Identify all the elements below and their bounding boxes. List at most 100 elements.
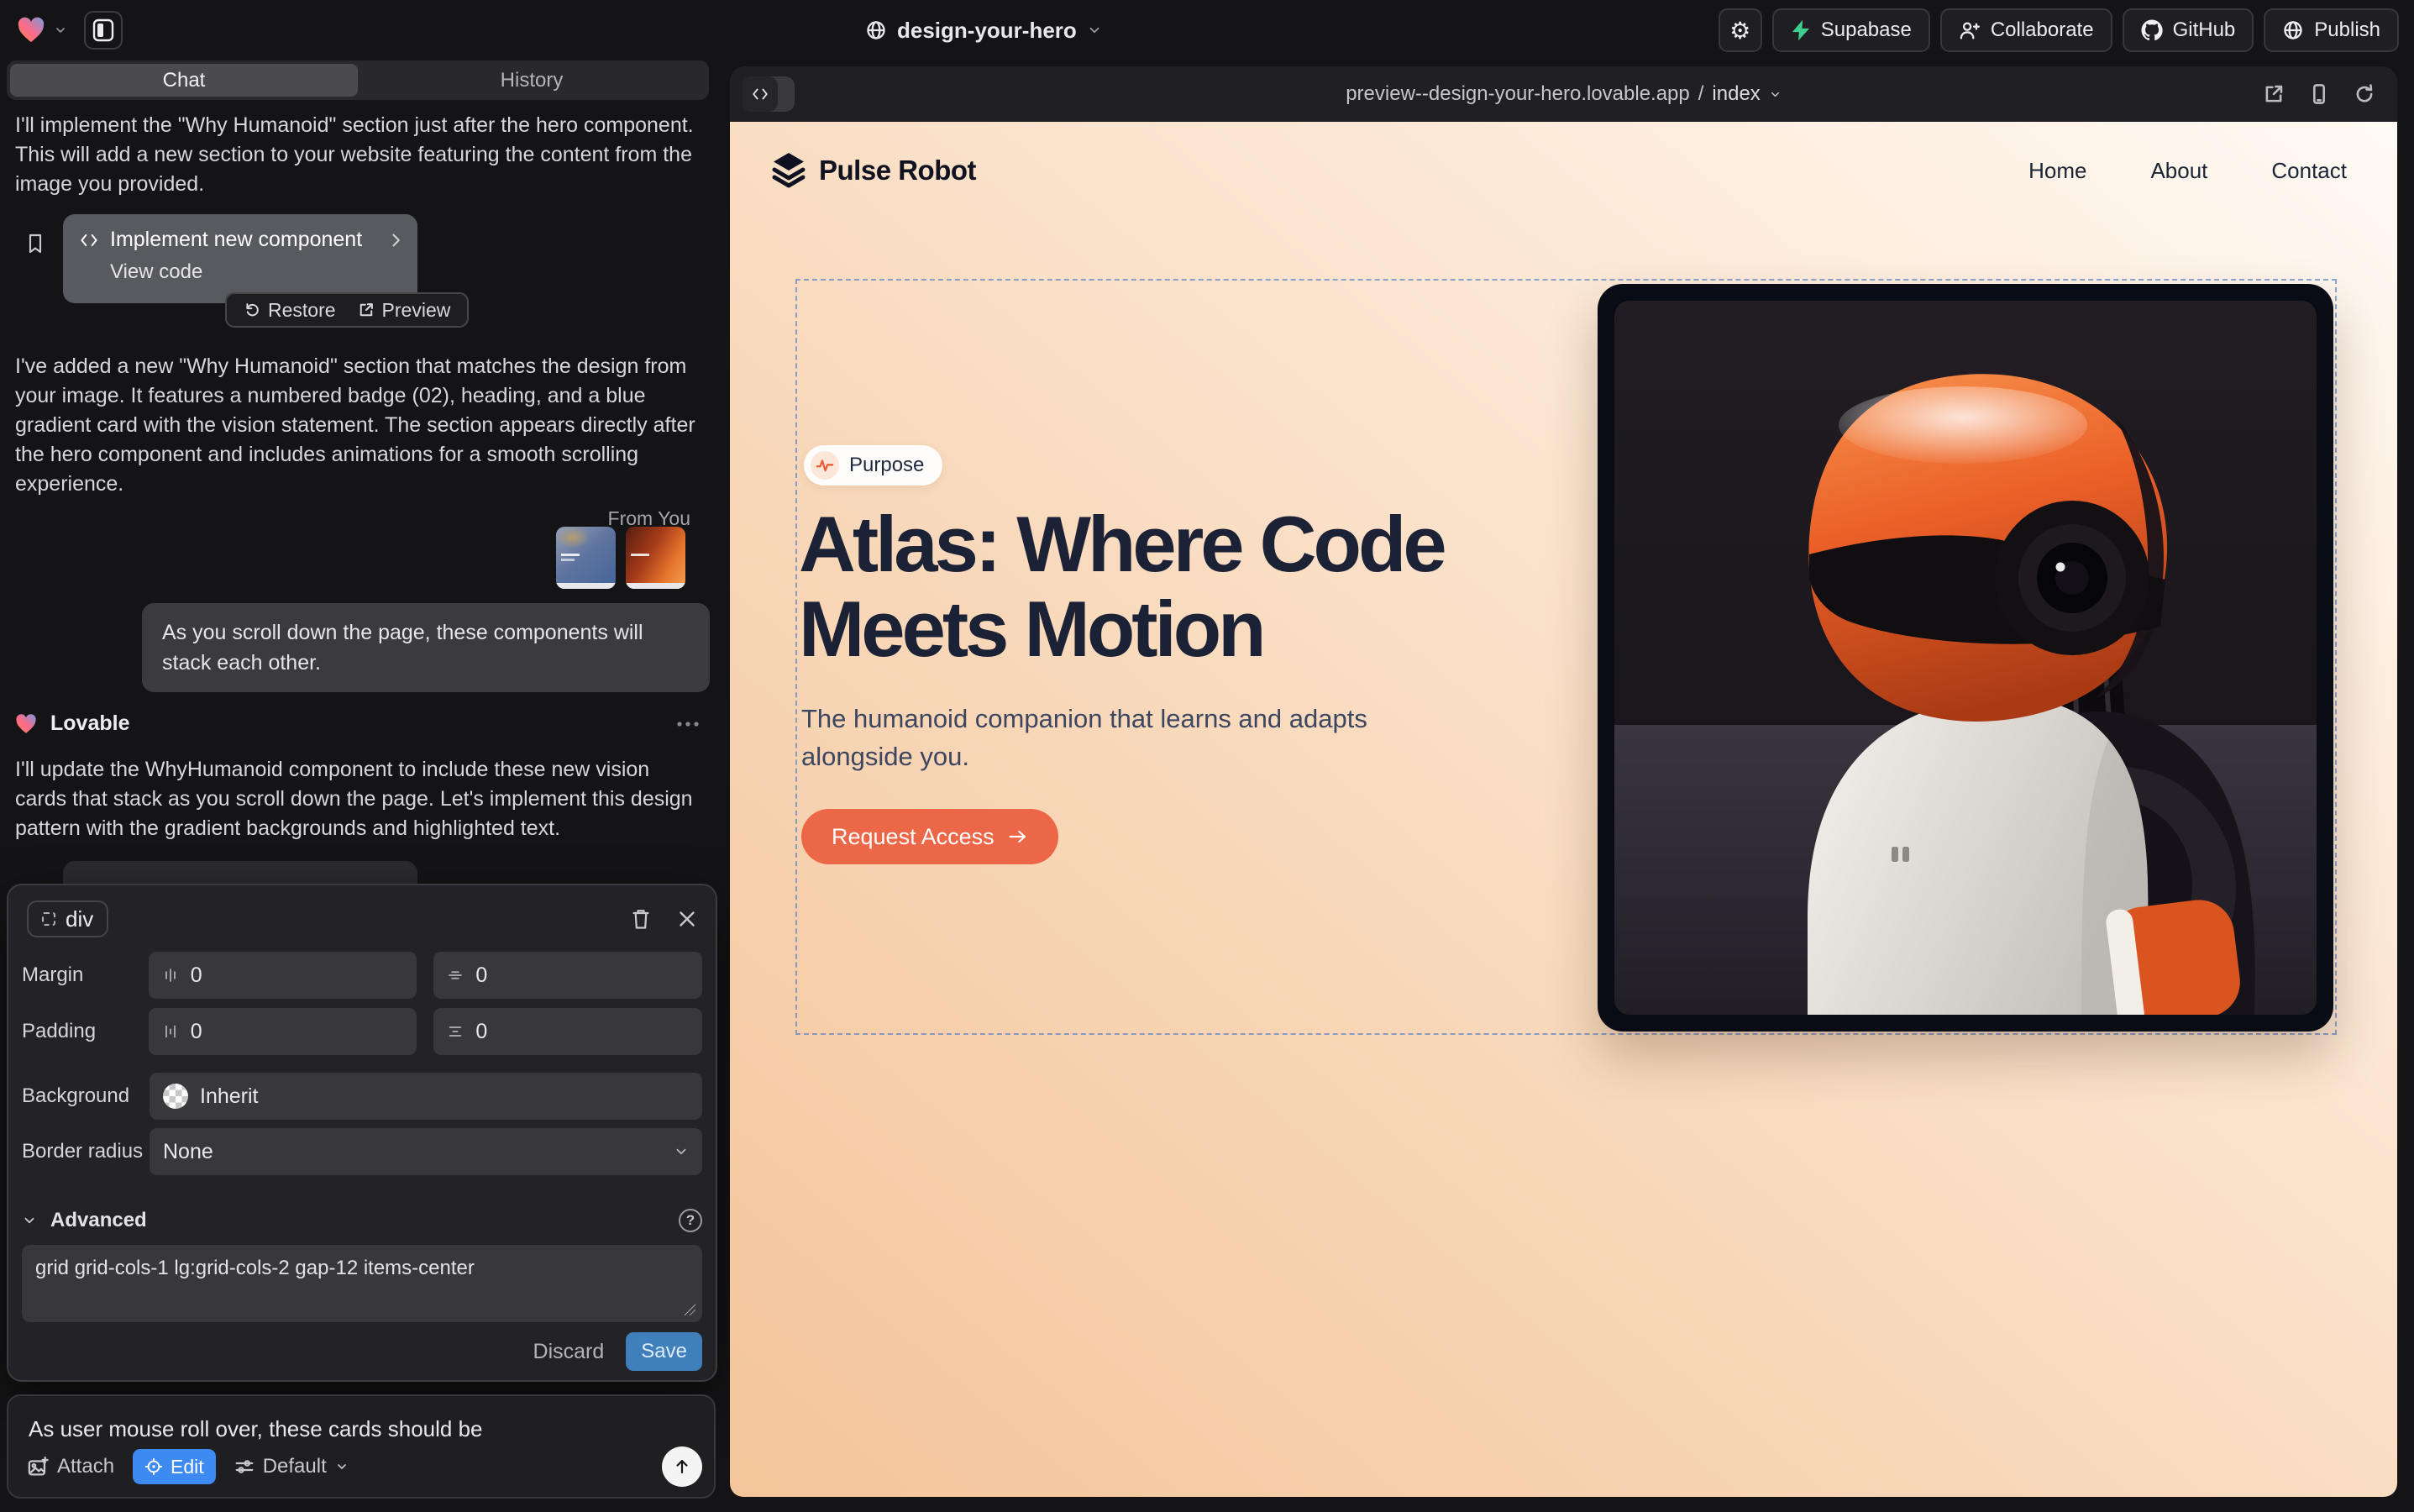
- model-mode-select[interactable]: Default: [234, 1455, 349, 1478]
- padding-vertical-icon: [447, 1023, 464, 1040]
- border-radius-label: Border radius: [22, 1140, 150, 1163]
- chevron-right-icon: [389, 233, 402, 248]
- external-link-icon: [358, 302, 375, 318]
- margin-horizontal-icon: [162, 967, 179, 984]
- attachment-thumbnails: [556, 527, 685, 589]
- assistant-message: I'll implement the "Why Humanoid" sectio…: [15, 111, 701, 199]
- preview-top-bar: preview--design-your-hero.lovable.app / …: [730, 66, 2397, 122]
- attach-button[interactable]: Attach: [27, 1455, 114, 1478]
- chat-history-tabs: Chat History: [7, 60, 709, 100]
- refresh-icon: [2354, 83, 2375, 105]
- advanced-classes-textarea[interactable]: grid grid-cols-1 lg:grid-cols-2 gap-12 i…: [22, 1245, 702, 1322]
- save-button[interactable]: Save: [626, 1332, 702, 1371]
- component-card-title: Implement new component: [110, 228, 362, 252]
- attach-image-icon: [27, 1456, 49, 1478]
- edit-mode-button[interactable]: Edit: [133, 1449, 216, 1484]
- nav-contact[interactable]: Contact: [2271, 158, 2347, 184]
- publish-button[interactable]: Publish: [2264, 8, 2399, 52]
- code-icon: [80, 233, 98, 248]
- close-inspector-button[interactable]: [677, 909, 697, 929]
- collaborate-button[interactable]: Collaborate: [1940, 8, 2112, 52]
- hero-title: Atlas: Where Code Meets Motion: [799, 501, 1689, 671]
- workspace-chevron-down-icon[interactable]: [54, 24, 67, 37]
- mobile-view-button[interactable]: [2308, 83, 2330, 105]
- element-inspector-panel: div Margin 0 0: [7, 884, 717, 1382]
- close-icon: [677, 909, 697, 929]
- padding-y-input[interactable]: 0: [433, 1008, 702, 1055]
- supabase-button[interactable]: Supabase: [1772, 8, 1930, 52]
- github-icon: [2141, 19, 2163, 41]
- transparency-swatch-icon: [163, 1084, 188, 1109]
- publish-globe-icon: [2282, 19, 2304, 41]
- padding-x-input[interactable]: 0: [149, 1008, 417, 1055]
- lovable-logo-heart-icon[interactable]: [17, 16, 45, 45]
- site-brand[interactable]: Pulse Robot: [770, 151, 976, 190]
- preview-url: preview--design-your-hero.lovable.app: [1346, 82, 1690, 106]
- delete-element-button[interactable]: [630, 907, 652, 931]
- attachment-thumbnail-orange[interactable]: [626, 527, 685, 589]
- bookmark-icon[interactable]: [25, 231, 45, 256]
- trash-icon: [630, 907, 652, 931]
- margin-label: Margin: [22, 963, 149, 987]
- tab-history[interactable]: History: [358, 64, 706, 97]
- lovable-app: design-your-hero ⚙ Supabase Collaborate …: [0, 0, 2414, 1512]
- preview-button[interactable]: Preview: [358, 299, 451, 322]
- preview-url-bar[interactable]: preview--design-your-hero.lovable.app / …: [730, 66, 2397, 122]
- nav-home[interactable]: Home: [2028, 158, 2086, 184]
- site-preview: Pulse Robot Home About Contact Purpose: [730, 122, 2397, 1497]
- user-message-bubble: As you scroll down the page, these compo…: [142, 603, 710, 692]
- globe-icon: [865, 19, 887, 41]
- mobile-device-icon: [2308, 83, 2330, 105]
- chevron-down-icon: [335, 1460, 349, 1473]
- view-code-link[interactable]: View code: [110, 260, 402, 284]
- help-icon[interactable]: ?: [679, 1209, 702, 1232]
- padding-horizontal-icon: [162, 1023, 179, 1040]
- attachment-thumbnail-blue[interactable]: [556, 527, 616, 589]
- background-input[interactable]: Inherit: [150, 1073, 702, 1120]
- component-change-card[interactable]: Implement new component View code: [63, 214, 417, 303]
- margin-y-input[interactable]: 0: [433, 952, 702, 999]
- selected-element-tag: div: [66, 906, 93, 932]
- restore-icon: [244, 302, 260, 318]
- tab-chat[interactable]: Chat: [10, 64, 358, 97]
- padding-label: Padding: [22, 1020, 149, 1043]
- top-bar: design-your-hero ⚙ Supabase Collaborate …: [0, 0, 2414, 60]
- lovable-heart-icon: [15, 714, 37, 734]
- project-name: design-your-hero: [897, 18, 1077, 44]
- robot-image: [1614, 301, 2317, 1015]
- supabase-icon: [1791, 19, 1811, 41]
- message-menu-icon[interactable]: [675, 720, 701, 728]
- hero-robot-card: [1598, 284, 2333, 1032]
- chevron-down-icon: [1769, 88, 1782, 101]
- sidebar-toggle-button[interactable]: [84, 11, 123, 50]
- advanced-section-header[interactable]: Advanced ?: [22, 1209, 702, 1232]
- gear-icon: ⚙: [1729, 17, 1750, 45]
- collaborate-icon: [1959, 19, 1981, 41]
- open-in-new-tab-button[interactable]: [2263, 83, 2285, 105]
- hero-badge: Purpose: [804, 445, 942, 486]
- arrow-right-icon: [1008, 828, 1028, 845]
- nav-about[interactable]: About: [2150, 158, 2207, 184]
- request-access-button[interactable]: Request Access: [801, 809, 1058, 864]
- pulse-activity-icon: [811, 451, 839, 480]
- chat-composer[interactable]: As user mouse roll over, these cards sho…: [7, 1394, 716, 1499]
- target-icon: [144, 1457, 163, 1476]
- preview-page: index: [1712, 82, 1760, 106]
- restore-button[interactable]: Restore: [244, 299, 336, 322]
- discard-button[interactable]: Discard: [533, 1340, 605, 1364]
- margin-vertical-icon: [447, 967, 464, 984]
- textarea-resize-handle[interactable]: [684, 1304, 695, 1315]
- settings-button[interactable]: ⚙: [1719, 8, 1762, 52]
- chat-input[interactable]: As user mouse roll over, these cards sho…: [29, 1416, 694, 1442]
- element-outline-icon: [42, 912, 55, 926]
- chevron-down-icon: [22, 1213, 37, 1228]
- project-switcher[interactable]: design-your-hero: [865, 0, 1102, 60]
- selected-element-chip[interactable]: div: [27, 900, 108, 937]
- background-label: Background: [22, 1084, 150, 1108]
- border-radius-select[interactable]: None: [150, 1128, 702, 1175]
- assistant-name: Lovable: [50, 711, 129, 736]
- refresh-button[interactable]: [2354, 83, 2375, 105]
- margin-x-input[interactable]: 0: [149, 952, 417, 999]
- github-button[interactable]: GitHub: [2123, 8, 2254, 52]
- send-button[interactable]: [662, 1446, 702, 1487]
